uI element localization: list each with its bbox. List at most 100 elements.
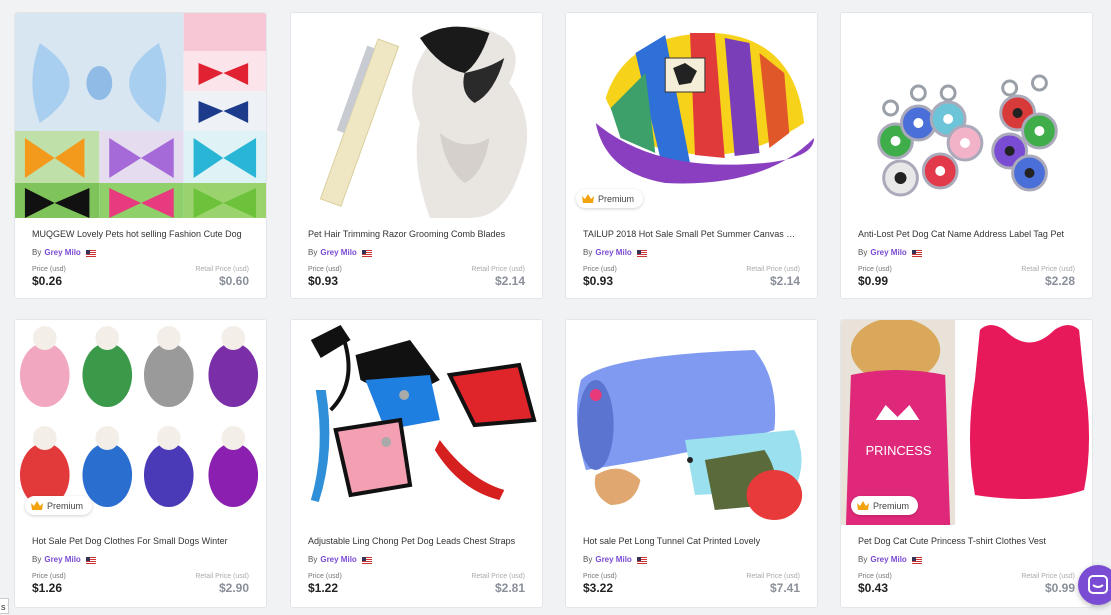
product-image[interactable] <box>566 320 817 525</box>
seller-name[interactable]: Grey Milo <box>44 247 80 259</box>
price-value: $1.22 <box>308 581 339 595</box>
premium-badge: Premium <box>576 189 644 208</box>
retail-price-label: Retail Price (usd) <box>746 573 800 580</box>
retail-price-value: $0.99 <box>1044 581 1075 595</box>
product-title[interactable]: Pet Hair Trimming Razor Grooming Comb Bl… <box>308 228 525 240</box>
price-row: Price (usd) $1.22 Retail Price (usd) $2.… <box>308 572 525 595</box>
product-image[interactable]: Premium <box>15 320 266 525</box>
retail-price-label: Retail Price (usd) <box>471 573 525 580</box>
seller-line: By Grey Milo <box>858 554 1075 566</box>
crown-icon <box>857 501 869 510</box>
price-label: Price (usd) <box>32 266 66 273</box>
retail-price-value: $7.41 <box>769 581 800 595</box>
price-value: $0.43 <box>858 581 889 595</box>
by-label: By <box>32 248 42 257</box>
product-card[interactable]: PRINCESS Premium Pet Dog Cat Cute Prince… <box>840 319 1093 608</box>
seller-name[interactable]: Grey Milo <box>44 554 80 566</box>
premium-badge: Premium <box>851 496 919 515</box>
retail-price-label: Retail Price (usd) <box>195 266 249 273</box>
product-title[interactable]: Hot Sale Pet Dog Clothes For Small Dogs … <box>32 535 249 547</box>
us-flag-icon <box>911 249 922 257</box>
price-row: Price (usd) $3.22 Retail Price (usd) $7.… <box>583 572 800 595</box>
seller-line: By Grey Milo <box>32 554 249 566</box>
princess-print-text: PRINCESS <box>866 443 932 458</box>
seller-line: By Grey Milo <box>583 247 800 259</box>
product-title[interactable]: MUQGEW Lovely Pets hot selling Fashion C… <box>32 228 249 240</box>
product-image[interactable] <box>291 13 542 218</box>
price-label: Price (usd) <box>583 266 617 273</box>
price-label: Price (usd) <box>32 573 66 580</box>
retail-price-label: Retail Price (usd) <box>746 266 800 273</box>
retail-price-label: Retail Price (usd) <box>471 266 525 273</box>
price-row: Price (usd) $0.93 Retail Price (usd) $2.… <box>583 265 800 288</box>
product-title[interactable]: Pet Dog Cat Cute Princess T-shirt Clothe… <box>858 535 1075 547</box>
retail-price-value: $2.14 <box>769 274 800 288</box>
by-label: By <box>308 555 318 564</box>
price-label: Price (usd) <box>583 573 617 580</box>
us-flag-icon <box>85 556 96 564</box>
price-label: Price (usd) <box>858 266 892 273</box>
product-card[interactable]: Anti-Lost Pet Dog Cat Name Address Label… <box>840 12 1093 299</box>
price-row: Price (usd) $0.43 Retail Price (usd) $0.… <box>858 572 1075 595</box>
product-title[interactable]: Adjustable Ling Chong Pet Dog Leads Ches… <box>308 535 525 547</box>
premium-badge: Premium <box>25 496 93 515</box>
retail-price-label: Retail Price (usd) <box>1021 266 1075 273</box>
product-card[interactable]: Hot sale Pet Long Tunnel Cat Printed Lov… <box>565 319 818 608</box>
seller-name[interactable]: Grey Milo <box>870 247 906 259</box>
us-flag-icon <box>911 556 922 564</box>
us-flag-icon <box>361 249 372 257</box>
by-label: By <box>858 555 868 564</box>
retail-price-value: $2.90 <box>218 581 249 595</box>
product-card[interactable]: Adjustable Ling Chong Pet Dog Leads Ches… <box>290 319 543 608</box>
premium-label: Premium <box>873 500 910 511</box>
price-value: $1.26 <box>32 581 63 595</box>
product-title[interactable]: Anti-Lost Pet Dog Cat Name Address Label… <box>858 228 1075 240</box>
us-flag-icon <box>361 556 372 564</box>
price-value: $0.26 <box>32 274 63 288</box>
chat-launcher-button[interactable] <box>1078 565 1111 605</box>
seller-name[interactable]: Grey Milo <box>320 554 356 566</box>
by-label: By <box>583 555 593 564</box>
premium-label: Premium <box>47 500 84 511</box>
seller-line: By Grey Milo <box>583 554 800 566</box>
seller-line: By Grey Milo <box>32 247 249 259</box>
product-image[interactable] <box>291 320 542 525</box>
seller-name[interactable]: Grey Milo <box>870 554 906 566</box>
price-row: Price (usd) $0.93 Retail Price (usd) $2.… <box>308 265 525 288</box>
retail-price-label: Retail Price (usd) <box>1021 573 1075 580</box>
by-label: By <box>308 248 318 257</box>
retail-price-value: $2.28 <box>1044 274 1075 288</box>
product-title[interactable]: Hot sale Pet Long Tunnel Cat Printed Lov… <box>583 535 800 547</box>
crown-icon <box>582 194 594 203</box>
seller-name[interactable]: Grey Milo <box>595 554 631 566</box>
price-row: Price (usd) $0.99 Retail Price (usd) $2.… <box>858 265 1075 288</box>
product-title[interactable]: TAILUP 2018 Hot Sale Small Pet Summer Ca… <box>583 228 800 240</box>
seller-line: By Grey Milo <box>308 247 525 259</box>
price-row: Price (usd) $1.26 Retail Price (usd) $2.… <box>32 572 249 595</box>
edge-tab[interactable]: s <box>0 598 9 614</box>
seller-name[interactable]: Grey Milo <box>595 247 631 259</box>
by-label: By <box>32 555 42 564</box>
seller-line: By Grey Milo <box>858 247 1075 259</box>
by-label: By <box>858 248 868 257</box>
retail-price-value: $0.60 <box>218 274 249 288</box>
price-value: $0.93 <box>308 274 339 288</box>
retail-price-value: $2.81 <box>494 581 525 595</box>
retail-price-label: Retail Price (usd) <box>195 573 249 580</box>
product-card[interactable]: Pet Hair Trimming Razor Grooming Comb Bl… <box>290 12 543 299</box>
product-image[interactable] <box>15 13 266 218</box>
product-image[interactable] <box>841 13 1092 218</box>
premium-label: Premium <box>598 193 635 204</box>
price-value: $0.93 <box>583 274 614 288</box>
product-image[interactable]: Premium <box>566 13 817 218</box>
product-card[interactable]: MUQGEW Lovely Pets hot selling Fashion C… <box>14 12 267 299</box>
us-flag-icon <box>636 556 647 564</box>
price-label: Price (usd) <box>858 573 892 580</box>
price-value: $3.22 <box>583 581 614 595</box>
seller-name[interactable]: Grey Milo <box>320 247 356 259</box>
crown-icon <box>31 501 43 510</box>
product-image[interactable]: PRINCESS Premium <box>841 320 1092 525</box>
price-label: Price (usd) <box>308 266 342 273</box>
product-card[interactable]: Premium Hot Sale Pet Dog Clothes For Sma… <box>14 319 267 608</box>
product-card[interactable]: Premium TAILUP 2018 Hot Sale Small Pet S… <box>565 12 818 299</box>
